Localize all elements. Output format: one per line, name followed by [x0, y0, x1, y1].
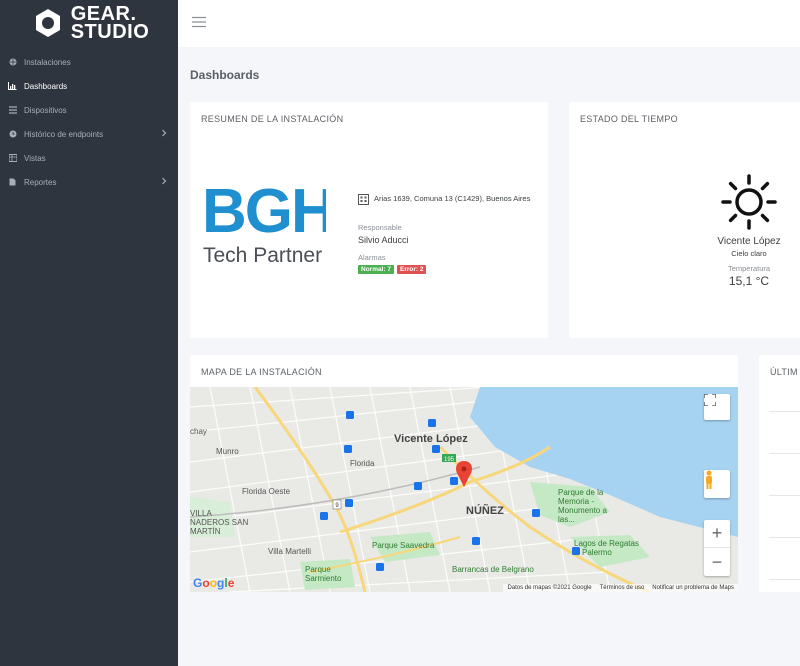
alarm-badges: Normal: 7 Error: 2 — [358, 265, 538, 274]
grid-icon — [8, 154, 17, 163]
weather-info: Vicente López Cielo claro Temperatura 15… — [697, 174, 800, 288]
chevron-right-icon — [162, 177, 167, 185]
summary-card-title: RESUMEN DE LA INSTALACIÓN — [201, 114, 344, 124]
pegman-icon — [706, 470, 712, 489]
map-label-villa-naderos: VILLA NADEROS SAN MARTÍN — [190, 509, 249, 536]
sidebar-item-label: Vistas — [24, 153, 46, 163]
last-card: ÚLTIM — [759, 355, 800, 592]
map-street-view-button[interactable] — [704, 470, 730, 498]
bgh-tech-partner: Tech Partner — [203, 244, 323, 267]
sidebar-nav: Instalaciones Dashboards Dispositivos Hi… — [0, 50, 178, 194]
sidebar-item-label: Histórico de endpoints — [24, 129, 104, 139]
fullscreen-icon — [704, 394, 716, 406]
list-icon — [8, 106, 17, 115]
building-icon — [358, 194, 369, 205]
globe-icon — [8, 58, 17, 67]
address-text: Arias 1639, Comuna 13 (C1429), Buenos Ai… — [374, 194, 531, 203]
map-label-nunez: NÚÑEZ — [466, 505, 504, 517]
google-logo: Google — [193, 576, 235, 590]
map-card: MAPA DE LA INSTALACIÓN 195 9 Vicente Lóp… — [190, 355, 738, 592]
route-195-label: 195 — [444, 457, 455, 463]
map-attribution: Datos de mapas ©2021 Google Términos de … — [503, 584, 738, 592]
map-label-parque-sarmiento: Parque Sarmiento — [305, 565, 342, 583]
last-card-title: ÚLTIM — [770, 367, 798, 377]
chart-icon — [8, 82, 17, 91]
bgh-logo-text: BGH — [202, 182, 326, 234]
topbar — [178, 0, 800, 47]
zoom-in-button[interactable]: + — [704, 520, 730, 548]
map-fullscreen-button[interactable] — [704, 394, 730, 420]
summary-card: RESUMEN DE LA INSTALACIÓN BGH Tech Partn… — [190, 102, 548, 338]
sidebar-item-vistas[interactable]: Vistas — [0, 146, 178, 170]
badge-error: Error: 2 — [396, 265, 427, 274]
clock-icon — [8, 130, 17, 139]
sidebar: GEAR. STUDIO Instalaciones Dashboards Di… — [0, 0, 178, 666]
badge-normal: Normal: 7 — [358, 265, 394, 274]
map-label-parque-memoria: Parque de la Memoria - Monumento a las..… — [558, 488, 607, 524]
weather-card-title: ESTADO DEL TIEMPO — [580, 114, 678, 124]
sidebar-item-label: Instalaciones — [24, 57, 71, 67]
zoom-out-button[interactable]: − — [704, 548, 730, 576]
file-icon — [8, 178, 17, 187]
sidebar-item-dispositivos[interactable]: Dispositivos — [0, 98, 178, 122]
sidebar-item-historico[interactable]: Histórico de endpoints — [0, 122, 178, 146]
map-terms-link[interactable]: Términos de uso — [600, 585, 645, 591]
map-report-link[interactable]: Notificar un problema de Maps — [652, 585, 734, 591]
sidebar-item-reportes[interactable]: Reportes — [0, 170, 178, 194]
sidebar-item-instalaciones[interactable]: Instalaciones — [0, 50, 178, 74]
alarmas-label: Alarmas — [358, 253, 386, 262]
bgh-logo: BGH — [202, 182, 326, 234]
divider — [769, 495, 800, 496]
brand-name: GEAR. STUDIO — [70, 4, 150, 43]
weather-city: Vicente López — [717, 236, 781, 247]
map-label-parque-saavedra: Parque Saavedra — [372, 541, 435, 550]
sidebar-item-label: Dashboards — [24, 81, 68, 91]
map-label-palermo: Palermo — [582, 548, 612, 557]
sidebar-item-dashboards[interactable]: Dashboards — [0, 74, 178, 98]
temperature-label: Temperatura — [727, 264, 771, 273]
responsable-value: Silvio Aducci — [358, 235, 409, 245]
divider — [769, 453, 800, 454]
page-title: Dashboards — [190, 68, 260, 82]
map-label-florida-oeste: Florida Oeste — [242, 487, 291, 496]
hamburger-menu-icon[interactable] — [192, 16, 206, 28]
map-zoom-controls: + − — [704, 520, 730, 576]
map-label-munro: Munro — [216, 447, 239, 456]
map-label-barrancas: Barrancas de Belgrano — [452, 565, 534, 574]
map-label-lagos-regatas: Lagos de Regatas — [574, 539, 639, 548]
map-label-florida: Florida — [350, 459, 375, 468]
divider — [769, 579, 800, 580]
chevron-right-icon — [162, 129, 167, 137]
divider — [769, 411, 800, 412]
responsable-label: Responsable — [358, 223, 402, 232]
map-label-chay: chay — [190, 427, 207, 436]
installation-info: Arias 1639, Comuna 13 (C1429), Buenos Ai… — [358, 194, 538, 274]
map-card-title: MAPA DE LA INSTALACIÓN — [201, 367, 322, 377]
sidebar-item-label: Reportes — [24, 177, 57, 187]
divider — [769, 537, 800, 538]
map-label-villa-martelli: Villa Martelli — [268, 547, 311, 556]
weather-condition: Cielo claro — [731, 249, 767, 258]
brand-line2: STUDIO — [70, 21, 150, 43]
map-label-vicente-lopez: Vicente López — [394, 433, 468, 445]
temperature-value: 15,1 °C — [728, 274, 770, 288]
address-row: Arias 1639, Comuna 13 (C1429), Buenos Ai… — [358, 194, 538, 205]
sidebar-item-label: Dispositivos — [24, 105, 67, 115]
gear-logo-icon — [35, 9, 60, 37]
sun-icon — [721, 174, 777, 230]
map-view[interactable]: 195 9 Vicente López NÚÑEZ Munro Florida … — [190, 387, 738, 592]
weather-card: ESTADO DEL TIEMPO Vicente López Cielo cl… — [569, 102, 800, 338]
map-data-credit: Datos de mapas ©2021 Google — [507, 585, 592, 591]
brand-logo[interactable]: GEAR. STUDIO — [0, 0, 178, 46]
